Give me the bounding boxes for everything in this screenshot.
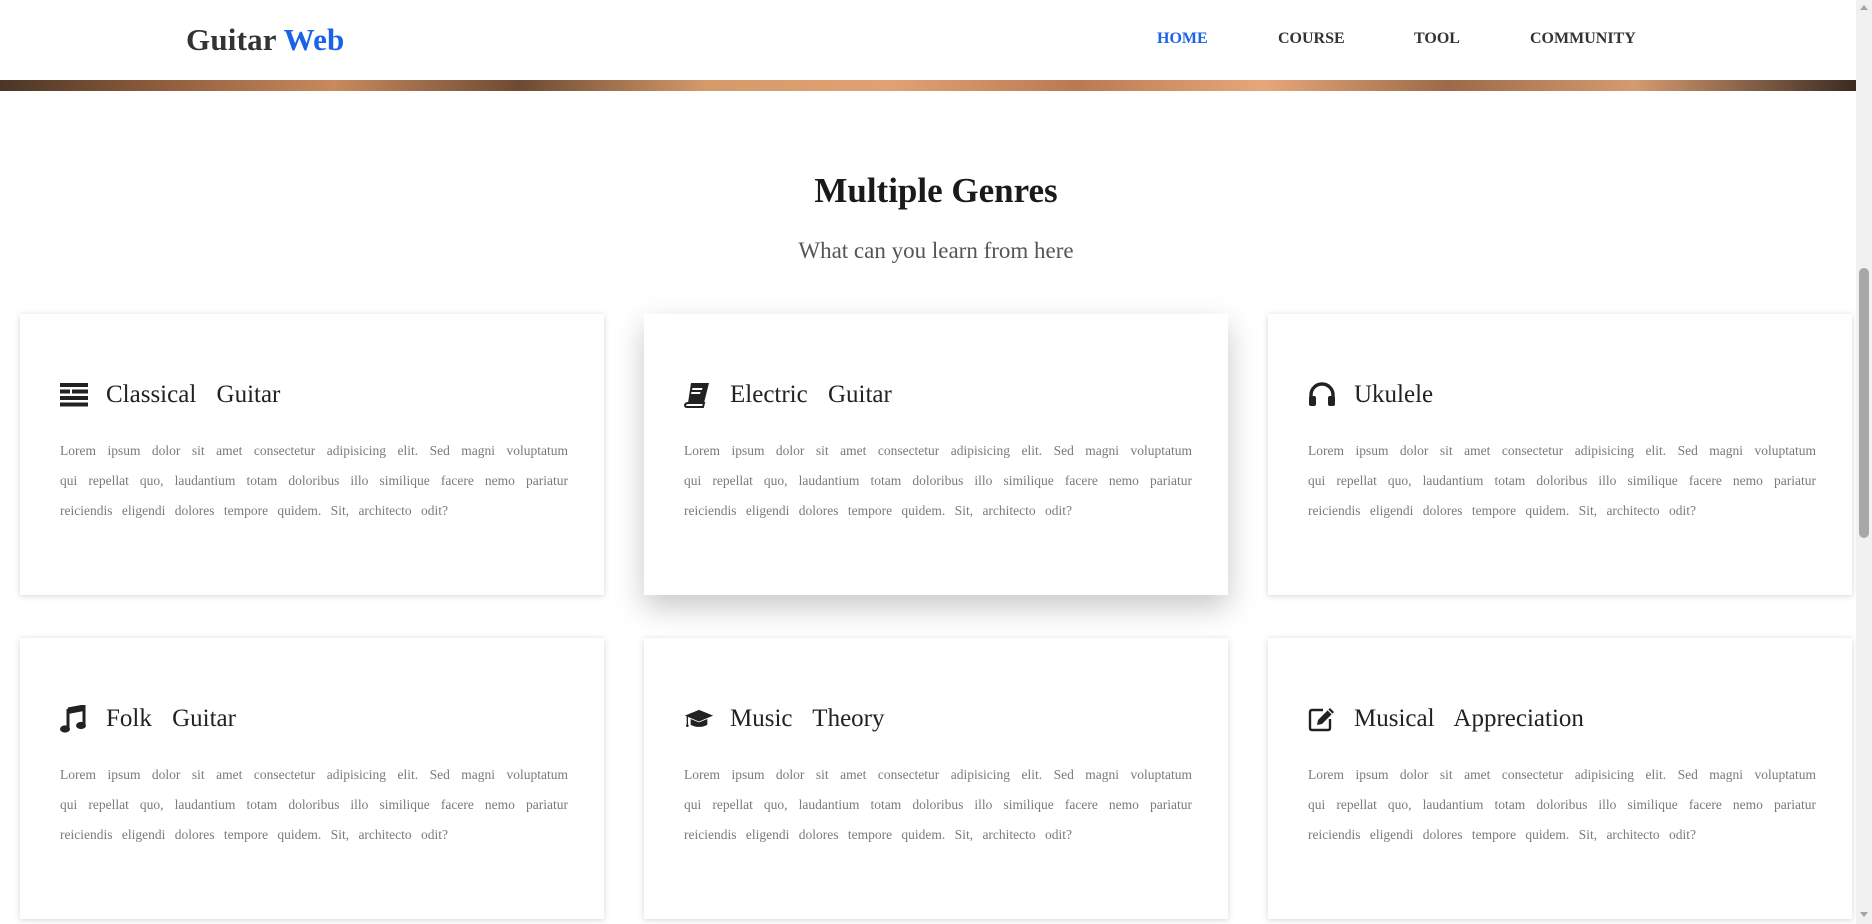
top-navbar: Guitar Web HOME COURSE TOOL COMMUNITY	[0, 0, 1856, 80]
genre-card-music-theory[interactable]: Music Theory Lorem ipsum dolor sit amet …	[644, 638, 1228, 919]
card-description: Lorem ipsum dolor sit amet consectetur a…	[684, 767, 1192, 842]
card-description: Lorem ipsum dolor sit amet consectetur a…	[1308, 767, 1816, 842]
graduation-cap-icon	[684, 704, 714, 734]
card-header: Classical Guitar	[60, 380, 280, 410]
genre-card-musical-appreciation[interactable]: Musical Appreciation Lorem ipsum dolor s…	[1268, 638, 1852, 919]
card-title: Ukulele	[1354, 381, 1434, 408]
align-left-icon	[60, 380, 90, 410]
card-description: Lorem ipsum dolor sit amet consectetur a…	[1308, 443, 1816, 518]
headphones-icon	[1308, 380, 1338, 410]
card-header: Electric Guitar	[684, 380, 892, 410]
hero-image-edge	[0, 80, 1856, 91]
scroll-down-arrow-icon[interactable]	[1860, 912, 1868, 917]
vertical-scrollbar[interactable]	[1856, 0, 1872, 924]
genre-card-classical-guitar[interactable]: Classical Guitar Lorem ipsum dolor sit a…	[20, 314, 604, 595]
card-title: Music Theory	[730, 705, 885, 732]
card-title: Musical Appreciation	[1354, 705, 1584, 732]
genre-card-ukulele[interactable]: Ukulele Lorem ipsum dolor sit amet conse…	[1268, 314, 1852, 595]
card-description: Lorem ipsum dolor sit amet consectetur a…	[60, 443, 568, 518]
nav-tool[interactable]: TOOL	[1414, 30, 1460, 48]
music-note-icon	[60, 704, 90, 734]
site-logo[interactable]: Guitar Web	[186, 22, 344, 58]
card-description: Lorem ipsum dolor sit amet consectetur a…	[60, 767, 568, 842]
book-icon	[684, 380, 714, 410]
logo-text-main: Guitar	[186, 22, 277, 57]
card-header: Music Theory	[684, 704, 885, 734]
card-title: Electric Guitar	[730, 381, 892, 408]
section-title: Multiple Genres	[814, 171, 1058, 210]
card-header: Ukulele	[1308, 380, 1433, 410]
genre-card-electric-guitar[interactable]: Electric Guitar Lorem ipsum dolor sit am…	[644, 314, 1228, 595]
section-subtitle: What can you learn from here	[798, 238, 1074, 263]
genre-card-folk-guitar[interactable]: Folk Guitar Lorem ipsum dolor sit amet c…	[20, 638, 604, 919]
scroll-up-arrow-icon[interactable]	[1860, 5, 1868, 10]
scrollbar-thumb[interactable]	[1859, 268, 1869, 538]
card-header: Musical Appreciation	[1308, 704, 1584, 734]
card-description: Lorem ipsum dolor sit amet consectetur a…	[684, 443, 1192, 518]
card-header: Folk Guitar	[60, 704, 236, 734]
nav-community[interactable]: COMMUNITY	[1530, 30, 1636, 48]
card-title: Classical Guitar	[106, 381, 281, 408]
logo-text-accent: Web	[283, 22, 345, 57]
nav-course[interactable]: COURSE	[1278, 30, 1345, 48]
nav-home[interactable]: HOME	[1157, 30, 1208, 48]
edit-icon	[1308, 704, 1338, 734]
card-title: Folk Guitar	[106, 705, 236, 732]
